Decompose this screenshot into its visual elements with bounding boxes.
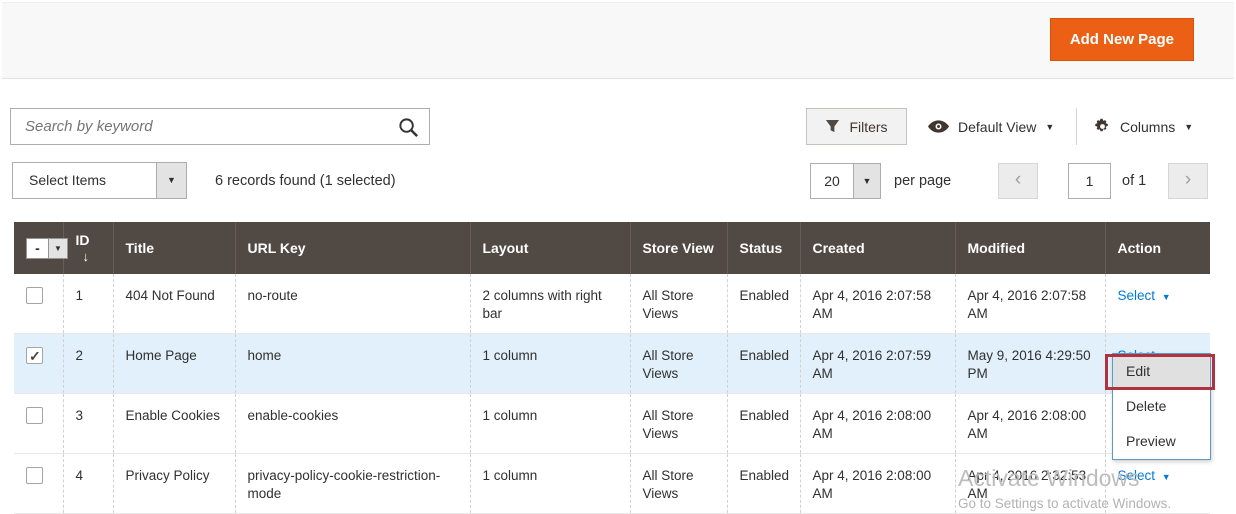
per-page-label: per page: [894, 173, 951, 189]
column-header-action: Action: [1105, 222, 1210, 274]
header-multiselect-cell: - ▼: [14, 222, 63, 274]
cell-url-key: enable-cookies: [235, 394, 470, 454]
cms-pages-grid: - ▼ ID ↓ Title URL Key Layout Store View…: [14, 222, 1210, 514]
column-header-created[interactable]: Created: [800, 222, 955, 274]
cell-layout: 1 column: [470, 394, 630, 454]
cell-status: Enabled: [727, 334, 800, 394]
cell-store-view: All Store Views: [630, 334, 727, 394]
action-menu-item-delete[interactable]: Delete: [1113, 389, 1210, 424]
current-page-input[interactable]: [1068, 163, 1111, 199]
row-checkbox[interactable]: [26, 287, 43, 304]
filters-button[interactable]: Filters: [806, 108, 907, 145]
chevron-down-icon: ▼: [1162, 472, 1171, 482]
chevron-down-icon: ▼: [1045, 122, 1054, 132]
search-input[interactable]: [11, 109, 429, 144]
cell-url-key: home: [235, 334, 470, 394]
cell-layout: 1 column: [470, 454, 630, 514]
multiselect-dash: -: [27, 239, 48, 258]
cell-modified: May 9, 2016 4:29:50 PM: [955, 334, 1105, 394]
sort-descending-icon: ↓: [83, 249, 90, 264]
row-action-select[interactable]: Select ▼: [1118, 288, 1171, 303]
cell-id: 1: [63, 274, 113, 334]
cell-created: Apr 4, 2016 2:07:59 AM: [800, 334, 955, 394]
row-action-menu: Edit Delete Preview: [1112, 353, 1211, 460]
cell-store-view: All Store Views: [630, 274, 727, 334]
cell-layout: 1 column: [470, 334, 630, 394]
table-row: 1 404 Not Found no-route 2 columns with …: [14, 274, 1210, 334]
cell-modified: Apr 4, 2016 2:32:53 AM: [955, 454, 1105, 514]
cell-modified: Apr 4, 2016 2:07:58 AM: [955, 274, 1105, 334]
eye-icon: [928, 119, 949, 134]
row-action-select[interactable]: Select ▼: [1118, 468, 1171, 483]
row-checkbox[interactable]: [26, 347, 43, 364]
column-header-status[interactable]: Status: [727, 222, 800, 274]
column-header-url-key[interactable]: URL Key: [235, 222, 470, 274]
row-checkbox[interactable]: [26, 407, 43, 424]
cell-url-key: privacy-policy-cookie-restriction-mode: [235, 454, 470, 514]
chevron-down-icon: ▼: [1162, 292, 1171, 302]
cell-title: Privacy Policy: [113, 454, 235, 514]
filter-funnel-icon: [825, 119, 840, 134]
columns-selector[interactable]: Columns ▼: [1094, 108, 1193, 145]
cell-id: 3: [63, 394, 113, 454]
cell-status: Enabled: [727, 274, 800, 334]
cell-title: Enable Cookies: [113, 394, 235, 454]
cell-created: Apr 4, 2016 2:08:00 AM: [800, 454, 955, 514]
chevron-down-icon: ▼: [48, 239, 67, 258]
cell-title: 404 Not Found: [113, 274, 235, 334]
add-new-page-button[interactable]: Add New Page: [1050, 18, 1194, 61]
columns-selector-label: Columns: [1120, 119, 1175, 135]
multiselect-dropdown[interactable]: - ▼: [26, 238, 68, 259]
mass-action-select[interactable]: Select Items ▼: [12, 162, 187, 199]
cell-created: Apr 4, 2016 2:07:58 AM: [800, 274, 955, 334]
cell-id: 4: [63, 454, 113, 514]
cell-created: Apr 4, 2016 2:08:00 AM: [800, 394, 955, 454]
view-selector[interactable]: Default View ▼: [928, 108, 1054, 145]
cell-url-key: no-route: [235, 274, 470, 334]
view-selector-label: Default View: [958, 119, 1036, 135]
mass-action-label: Select Items: [13, 163, 156, 198]
toolbar-divider: [1076, 108, 1077, 145]
cell-layout: 2 columns with right bar: [470, 274, 630, 334]
records-summary: 6 records found (1 selected): [215, 173, 396, 189]
chevron-down-icon: ▼: [853, 164, 880, 198]
action-menu-item-preview[interactable]: Preview: [1113, 424, 1210, 459]
column-header-modified[interactable]: Modified: [955, 222, 1105, 274]
chevron-down-icon: ▼: [1184, 122, 1193, 132]
previous-page-button[interactable]: ‹: [998, 163, 1038, 199]
cell-store-view: All Store Views: [630, 394, 727, 454]
total-pages-label: of 1: [1122, 173, 1146, 189]
cell-status: Enabled: [727, 394, 800, 454]
row-checkbox[interactable]: [26, 467, 43, 484]
action-menu-item-edit[interactable]: Edit: [1113, 354, 1210, 389]
grid-header-row: - ▼ ID ↓ Title URL Key Layout Store View…: [14, 222, 1210, 274]
next-page-button[interactable]: ›: [1168, 163, 1208, 199]
chevron-down-icon: ▼: [156, 163, 186, 198]
keyword-search-box: [10, 108, 430, 145]
table-row: 3 Enable Cookies enable-cookies 1 column…: [14, 394, 1210, 454]
filters-button-label: Filters: [849, 119, 887, 135]
cell-title: Home Page: [113, 334, 235, 394]
table-row: 2 Home Page home 1 column All Store View…: [14, 334, 1210, 394]
search-icon[interactable]: [397, 116, 420, 139]
cell-status: Enabled: [727, 454, 800, 514]
per-page-select[interactable]: 20 ▼: [810, 163, 881, 199]
per-page-value: 20: [811, 164, 853, 198]
table-row: 4 Privacy Policy privacy-policy-cookie-r…: [14, 454, 1210, 514]
column-header-id[interactable]: ID ↓: [63, 222, 113, 274]
cell-id: 2: [63, 334, 113, 394]
cell-store-view: All Store Views: [630, 454, 727, 514]
column-header-store-view[interactable]: Store View: [630, 222, 727, 274]
column-header-layout[interactable]: Layout: [470, 222, 630, 274]
column-header-title[interactable]: Title: [113, 222, 235, 274]
gear-icon: [1094, 118, 1111, 135]
cell-modified: Apr 4, 2016 2:08:00 AM: [955, 394, 1105, 454]
